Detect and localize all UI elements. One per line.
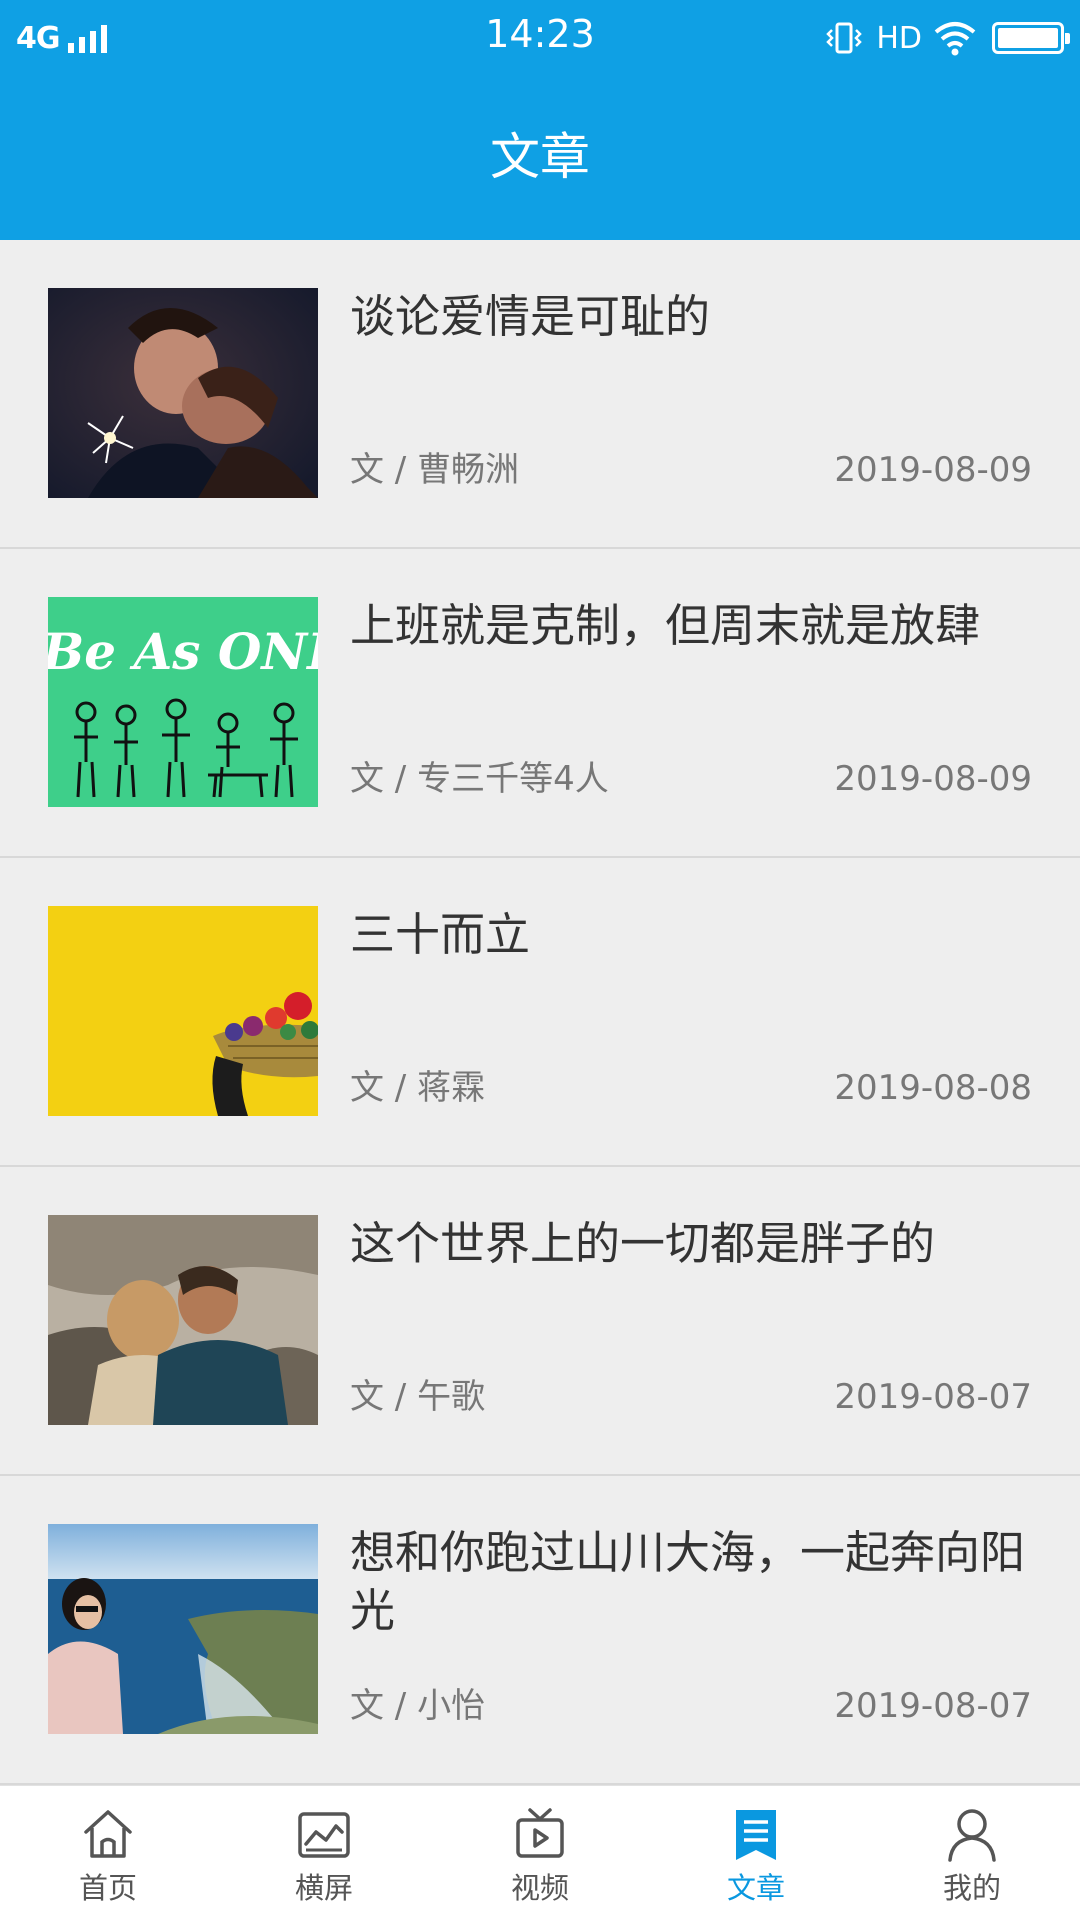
flower-basket-photo xyxy=(48,906,318,1116)
tab-landscape-label: 横屏 xyxy=(294,1871,353,1905)
article-author: 文 / 专三千等4人 xyxy=(350,759,609,799)
home-icon xyxy=(84,1810,132,1858)
status-right: HD xyxy=(824,16,1070,60)
article-title: 谈论爱情是可耻的 xyxy=(350,290,711,343)
tab-video[interactable]: 视频 xyxy=(432,1786,648,1920)
app-header: 4G 14:23 HD 文章 xyxy=(0,0,1080,240)
landscape-icon xyxy=(298,1812,350,1858)
tab-video-label: 视频 xyxy=(510,1871,569,1905)
tab-home-label: 首页 xyxy=(78,1871,137,1905)
battery-icon xyxy=(992,22,1070,54)
wifi-icon xyxy=(934,22,976,56)
article-author: 文 / 午歌 xyxy=(350,1377,486,1417)
article-title: 这个世界上的一切都是胖子的 xyxy=(350,1217,936,1270)
article-date: 2019-08-09 xyxy=(834,759,1032,799)
tab-profile[interactable]: 我的 xyxy=(864,1786,1080,1920)
article-date: 2019-08-08 xyxy=(834,1068,1032,1108)
article-thumbnail xyxy=(48,1215,318,1425)
bottom-tab-bar: 首页 横屏 视频 文章 我的 xyxy=(0,1785,1080,1920)
seaside-woman-photo xyxy=(48,1524,318,1734)
battery-level xyxy=(998,28,1058,48)
status-bar: 4G 14:23 HD xyxy=(0,0,1080,76)
article-list: 谈论爱情是可耻的 文 / 曹畅洲 2019-08-09 Be As ONE 上班… xyxy=(0,240,1080,1785)
article-item[interactable]: Be As ONE 上班就是克制，但周末就是放肆 文 / 专三千等4人 2019… xyxy=(0,549,1080,858)
article-title: 三十而立 xyxy=(350,908,531,961)
article-title: 想和你跑过山川大海，一起奔向阳光 xyxy=(350,1526,1026,1637)
tab-profile-label: 我的 xyxy=(942,1871,1001,1905)
couple-kiss-photo xyxy=(48,288,318,498)
article-thumbnail xyxy=(48,906,318,1116)
article-date: 2019-08-09 xyxy=(834,450,1032,490)
article-thumbnail: Be As ONE xyxy=(48,597,318,807)
article-item[interactable]: 谈论爱情是可耻的 文 / 曹畅洲 2019-08-09 xyxy=(0,240,1080,549)
article-icon xyxy=(736,1810,776,1860)
hd-indicator: HD xyxy=(876,20,922,56)
article-author: 文 / 曹畅洲 xyxy=(350,450,520,490)
article-thumbnail xyxy=(48,288,318,498)
page-title: 文章 xyxy=(490,128,590,186)
profile-icon xyxy=(948,1809,996,1862)
article-thumbnail xyxy=(48,1524,318,1734)
article-date: 2019-08-07 xyxy=(834,1377,1032,1417)
article-item[interactable]: 三十而立 文 / 蒋霖 2019-08-08 xyxy=(0,858,1080,1167)
article-item[interactable]: 想和你跑过山川大海，一起奔向阳光 文 / 小怡 2019-08-07 xyxy=(0,1476,1080,1785)
tab-articles[interactable]: 文章 xyxy=(648,1786,864,1920)
tv-icon xyxy=(516,1808,564,1858)
tab-articles-label: 文章 xyxy=(726,1871,785,1905)
tab-home[interactable]: 首页 xyxy=(0,1786,216,1920)
article-date: 2019-08-07 xyxy=(834,1686,1032,1726)
vibrate-icon xyxy=(826,22,863,54)
article-author: 文 / 小怡 xyxy=(350,1686,486,1726)
article-author: 文 / 蒋霖 xyxy=(350,1068,486,1108)
couple-on-rocks-photo xyxy=(48,1215,318,1425)
be-as-one-illustration: Be As ONE xyxy=(48,597,318,807)
article-item[interactable]: 这个世界上的一切都是胖子的 文 / 午歌 2019-08-07 xyxy=(0,1167,1080,1476)
tab-landscape[interactable]: 横屏 xyxy=(216,1786,432,1920)
article-title: 上班就是克制，但周末就是放肆 xyxy=(350,599,981,652)
illustration-text: Be As ONE xyxy=(48,622,318,681)
